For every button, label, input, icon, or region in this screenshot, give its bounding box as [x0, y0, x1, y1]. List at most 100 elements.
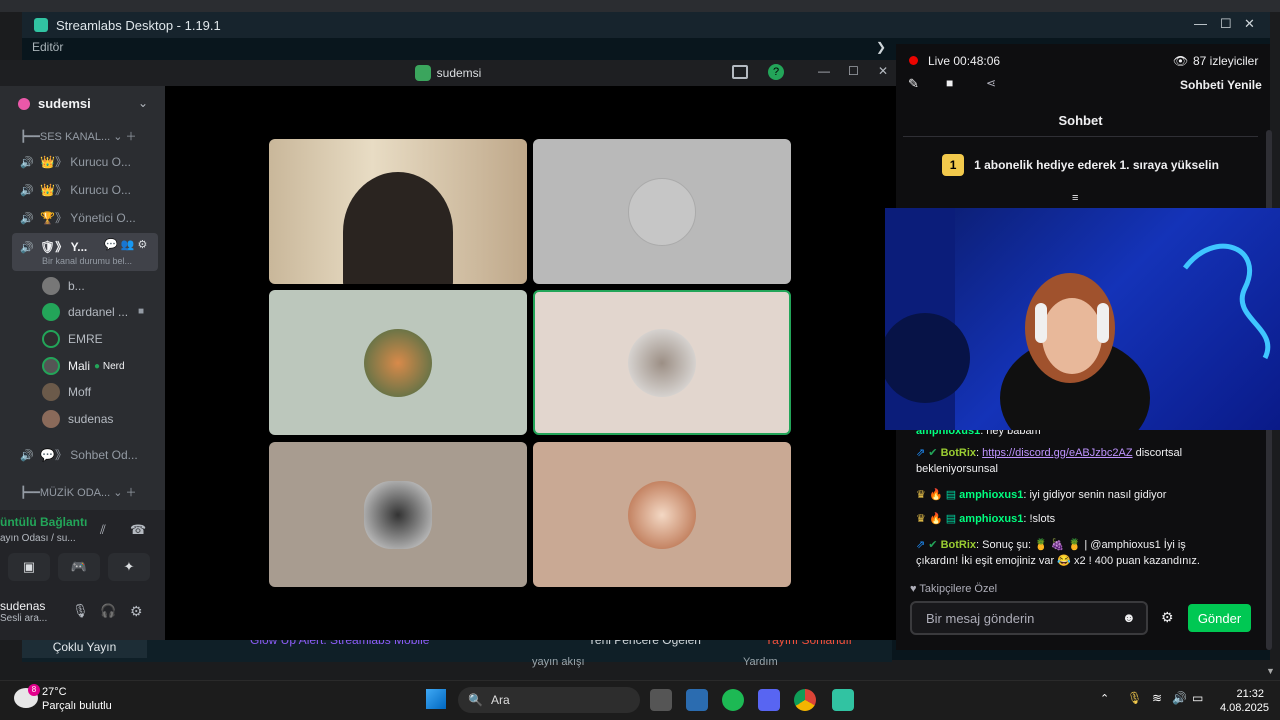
discord-titlebar: sudemsi: [0, 60, 896, 86]
discord-link[interactable]: https://discord.gg/eABJzbc2AZ: [982, 447, 1132, 459]
refresh-chat-button[interactable]: Sohbeti Yenile: [1180, 78, 1262, 92]
category-music-label: MÜZİK ODA...: [39, 487, 111, 499]
dc-close-icon[interactable]: ✕: [878, 64, 888, 78]
channel-status[interactable]: Bir kanal durumu bel...: [42, 256, 132, 266]
soundboard-button[interactable]: ✦: [108, 553, 150, 581]
speaker-icon: 🔊: [20, 449, 34, 462]
maximize-icon[interactable]: ☐: [1220, 16, 1232, 32]
channel-label: 》 Kurucu O...: [54, 155, 131, 169]
chat-header: Sohbet: [903, 105, 1258, 137]
voice-channel-sub[interactable]: ayın Odası / su...: [0, 533, 76, 544]
voice-user[interactable]: dardanel ...: [42, 303, 128, 321]
windows-start-icon[interactable]: [426, 689, 446, 709]
discord-icon[interactable]: [758, 689, 780, 711]
channel-item-3[interactable]: 🔊 🏆 》 Yönetici O...: [20, 209, 136, 226]
chat-input[interactable]: Bir mesaj gönderin: [910, 601, 1148, 635]
emoji-icon[interactable]: ☻: [1122, 610, 1136, 625]
video-tile-camera[interactable]: [269, 139, 527, 284]
avatar: [42, 410, 60, 428]
temperature[interactable]: 27°C: [42, 686, 67, 698]
video-tile[interactable]: [269, 442, 527, 587]
chat-username[interactable]: amphioxus1: [959, 489, 1023, 501]
channel-item-1[interactable]: 🔊 👑 》 Kurucu O...: [20, 153, 131, 170]
dc-maximize-icon[interactable]: ☐: [848, 64, 859, 78]
help-icon[interactable]: ?: [768, 64, 784, 80]
chat-username[interactable]: BotRix: [941, 447, 976, 459]
discord-avatar-icon: [42, 303, 60, 321]
speaker-icon: 🔊: [20, 156, 34, 169]
category-music[interactable]: ┣━━MÜZİK ODA... ⌄ ＋: [20, 484, 137, 500]
activity-button[interactable]: 🎮: [58, 553, 100, 581]
followers-only-label: ♥ Takipçilere Özel: [910, 583, 998, 595]
voice-connected-label: üntülü Bağlantı: [0, 515, 88, 529]
video-tile[interactable]: [269, 290, 527, 435]
send-button[interactable]: Gönder: [1188, 604, 1251, 632]
video-icon[interactable]: ■: [946, 76, 953, 90]
mic-tray-icon[interactable]: 🎙: [1127, 691, 1142, 705]
voice-user[interactable]: Mali ● Nerd: [42, 357, 125, 375]
voice-user[interactable]: EMRE: [42, 330, 103, 348]
share-icon[interactable]: ⋖: [986, 76, 996, 90]
chevron-right-icon[interactable]: ❯: [876, 40, 886, 54]
video-tile-speaking[interactable]: [533, 290, 791, 435]
gift-leaderboard-banner[interactable]: 1 1 abonelik hediye ederek 1. sıraya yük…: [903, 145, 1258, 185]
microphone-icon[interactable]: 🎙: [72, 603, 89, 619]
category-voice[interactable]: ┣━━SES KANAL... ⌄ ＋: [20, 128, 137, 144]
help-label[interactable]: Yardım: [743, 656, 778, 668]
battery-icon[interactable]: ▭: [1192, 691, 1203, 705]
voice-user[interactable]: sudenas: [42, 410, 113, 428]
eye-icon: 👁: [1173, 54, 1189, 68]
disconnect-icon[interactable]: ☎: [130, 522, 146, 538]
scroll-down-icon[interactable]: ▼: [1266, 666, 1275, 676]
voice-user[interactable]: b...: [42, 277, 85, 295]
app-icon[interactable]: [686, 689, 708, 711]
server-icon: [18, 97, 30, 110]
tray-chevron-icon[interactable]: ⌃: [1100, 692, 1109, 705]
channel-actions[interactable]: 💬 👥 ⚙: [104, 238, 147, 251]
dc-minimize-icon[interactable]: —: [818, 64, 830, 78]
add-member-icon[interactable]: 👥: [121, 239, 135, 251]
settings-icon[interactable]: ⚙: [138, 239, 148, 251]
streamlabs-icon[interactable]: [832, 689, 854, 711]
rank-badge: 1: [942, 154, 965, 176]
channel-label: 》 Sohbet Od...: [54, 448, 138, 462]
headphones-icon[interactable]: 🎧: [100, 603, 116, 619]
chrome-icon[interactable]: [794, 689, 816, 711]
gift-text: 1 abonelik hediye ederek 1. sıraya yükse…: [974, 158, 1219, 172]
weather-desc[interactable]: Parçalı bulutlu: [42, 700, 112, 712]
server-header[interactable]: sudemsi: [18, 96, 158, 111]
task-view-icon[interactable]: [650, 689, 672, 711]
chat-username[interactable]: amphioxus1: [959, 513, 1023, 525]
noise-suppression-icon[interactable]: ⫽: [100, 522, 106, 538]
user-settings-icon[interactable]: ⚙: [130, 603, 143, 620]
spotify-icon[interactable]: [722, 689, 744, 711]
video-tile[interactable]: [533, 139, 791, 284]
collapse-icon[interactable]: ≡: [1072, 192, 1078, 204]
taskbar-clock[interactable]: 21:32 4.08.2025: [1220, 687, 1269, 715]
editor-tab[interactable]: Editör: [22, 40, 202, 60]
text-channel-item[interactable]: 🔊 💬 》 Sohbet Od...: [20, 446, 138, 463]
chat-icon[interactable]: 💬: [104, 239, 118, 251]
flame-icon: 🔥: [928, 489, 943, 501]
voice-user[interactable]: Moff: [42, 383, 91, 401]
server-avatar-icon: [414, 65, 431, 81]
screen-share-button[interactable]: ▣: [8, 553, 50, 581]
pencil-icon[interactable]: ✎: [908, 76, 919, 92]
chat-username[interactable]: BotRix: [941, 539, 976, 551]
nerd-tag: ● Nerd: [94, 360, 125, 372]
crown-icon: 👑: [40, 154, 55, 169]
volume-icon[interactable]: 🔊: [1172, 691, 1187, 705]
wifi-icon[interactable]: ≋: [1152, 691, 1162, 705]
chat-settings-icon[interactable]: ⚙: [1161, 609, 1174, 626]
screen-share-icon[interactable]: [732, 65, 748, 79]
channel-item-2[interactable]: 🔊 👑 》 Kurucu O...: [20, 181, 131, 198]
taskbar-search[interactable]: 🔍 Ara: [458, 687, 640, 713]
chevron-down-icon[interactable]: ⌄: [138, 96, 148, 110]
discord-window-title: sudemsi: [436, 66, 482, 80]
minimize-icon[interactable]: —: [1194, 16, 1207, 31]
chat-message: ♛ 🔥 ▤ amphioxus1: iyi gidiyor senin nası…: [916, 487, 1216, 503]
video-tile[interactable]: [533, 442, 791, 587]
my-username[interactable]: sudenas: [0, 599, 45, 613]
chat-text: : iyi gidiyor senin nasıl gidiyor: [1023, 489, 1167, 501]
close-icon[interactable]: ✕: [1244, 16, 1255, 32]
